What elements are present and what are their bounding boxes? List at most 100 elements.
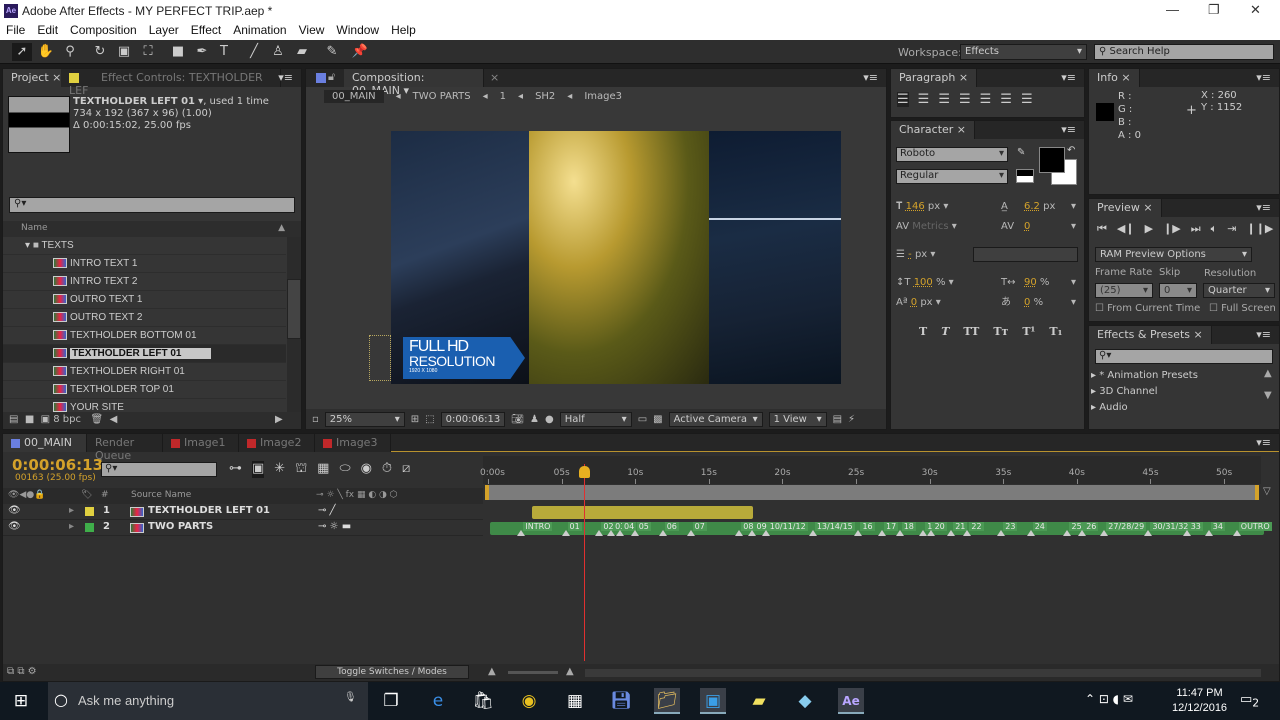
subscript-button[interactable]: T₁: [1049, 325, 1062, 338]
menu-window[interactable]: Window: [330, 22, 385, 40]
clock[interactable]: 11:47 PM 12/12/2016: [1172, 686, 1227, 716]
snapshot-icon[interactable]: 📷︎: [511, 414, 524, 425]
playhead-line[interactable]: [583, 464, 585, 661]
justify-all-icon[interactable]: ☰: [1021, 92, 1033, 107]
panel-menu-icon[interactable]: ▾≡: [863, 71, 878, 84]
tracking-value[interactable]: 0: [1024, 217, 1030, 237]
play-icon[interactable]: ▶: [1145, 222, 1153, 236]
fast-preview-icon[interactable]: ▭: [638, 414, 647, 425]
calculator-icon[interactable]: ▦: [562, 688, 588, 714]
zoom-in-icon[interactable]: ▲: [566, 666, 574, 677]
layer-name[interactable]: TWO PARTS: [148, 521, 213, 532]
tsume-value[interactable]: 0: [1024, 297, 1030, 308]
camera-dropdown[interactable]: Active Camera ▾: [668, 411, 763, 427]
tab-character[interactable]: Character ×: [891, 121, 976, 139]
always-preview-icon[interactable]: ▫: [312, 414, 319, 425]
tab-timeline-1[interactable]: Render Queue: [87, 434, 163, 462]
eye-visibility-icon[interactable]: 👁︎: [8, 521, 21, 532]
magnification-dropdown[interactable]: 25% ▾: [324, 411, 405, 427]
black-white-swatch[interactable]: [1016, 169, 1034, 183]
folder-texts[interactable]: ▾ ■ TEXTS: [3, 237, 286, 255]
frame-blending-icon[interactable]: ⛫: [295, 461, 307, 478]
project-item[interactable]: OUTRO TEXT 2: [3, 309, 286, 327]
column-source-name[interactable]: Source Name: [131, 490, 191, 500]
twirl-triangle-icon[interactable]: ▸: [69, 521, 74, 532]
project-item[interactable]: TEXTHOLDER RIGHT 01: [3, 363, 286, 381]
clone-stamp-tool-icon[interactable]: ♙: [268, 43, 288, 61]
menu-effect[interactable]: Effect: [185, 22, 227, 40]
font-style-dropdown[interactable]: Regular ▾: [896, 169, 1008, 184]
breadcrumb-item[interactable]: Image3: [584, 91, 622, 102]
auto-keyframe-icon[interactable]: ⏱: [382, 461, 392, 478]
tab-paragraph[interactable]: Paragraph ×: [891, 69, 978, 87]
pan-behind-tool-icon[interactable]: ⛶: [138, 43, 158, 61]
project-scrollbar[interactable]: [287, 237, 301, 412]
save-app-icon[interactable]: 💾︎: [608, 688, 634, 714]
brainstorm-icon[interactable]: ◉: [361, 461, 372, 478]
close-tab-icon[interactable]: ×: [490, 71, 499, 84]
effects-item[interactable]: ▸ * Animation Presets: [1091, 368, 1261, 384]
effects-item[interactable]: ▸ 3D Channel: [1091, 384, 1261, 400]
panel-menu-icon[interactable]: ▾≡: [1061, 123, 1076, 136]
pixel-aspect-icon[interactable]: ▤: [833, 414, 842, 425]
project-item[interactable]: TEXTHOLDER TOP 01: [3, 381, 286, 399]
faux-bold-button[interactable]: T: [919, 325, 927, 338]
timeline-layer-row[interactable]: 👁︎ ▸ 2 TWO PARTS ⊸ ☼ ▬: [3, 520, 483, 536]
breadcrumb-item[interactable]: SH2: [535, 91, 555, 102]
after-effects-taskbar-icon[interactable]: Ae: [838, 688, 864, 714]
timeline-layer-row[interactable]: 👁︎ ▸ 1 TEXTHOLDER LEFT 01 ⊸ ╱: [3, 504, 483, 520]
leading-value[interactable]: 6.2: [1024, 201, 1040, 212]
superscript-button[interactable]: T¹: [1022, 325, 1035, 338]
motion-blur-icon[interactable]: ▦: [317, 461, 329, 478]
sticky-notes-icon[interactable]: ▰: [746, 688, 772, 714]
tab-timeline-3[interactable]: Image2: [239, 434, 315, 452]
stroke-width-value[interactable]: -: [908, 249, 912, 260]
first-frame-icon[interactable]: ⏮: [1097, 222, 1107, 236]
chrome-icon[interactable]: ◉: [516, 688, 542, 714]
selection-tool-icon[interactable]: ➚: [12, 43, 32, 61]
tab-effects-presets[interactable]: Effects & Presets ×: [1089, 326, 1212, 344]
column-header-name[interactable]: Name ▲: [3, 221, 301, 237]
tab-effect-controls[interactable]: Effect Controls: TEXTHOLDER LEF: [61, 69, 281, 97]
resolution-dropdown[interactable]: Half ▾: [559, 411, 632, 427]
action-center-icon[interactable]: ▭2: [1240, 692, 1259, 710]
justify-last-left-icon[interactable]: ☰: [959, 92, 971, 107]
trash-icon[interactable]: 🗑: [91, 414, 104, 425]
menu-animation[interactable]: Animation: [227, 22, 292, 40]
menu-edit[interactable]: Edit: [31, 22, 64, 40]
eraser-tool-icon[interactable]: ▰: [292, 43, 312, 61]
panel-menu-icon[interactable]: ▾≡: [1256, 71, 1271, 84]
skip-dropdown[interactable]: 0 ▾: [1159, 283, 1197, 298]
project-item[interactable]: TEXTHOLDER LEFT 01: [3, 345, 286, 363]
align-center-icon[interactable]: ☰: [918, 92, 930, 107]
previous-frame-icon[interactable]: ◀❙: [1117, 222, 1135, 236]
full-screen-checkbox[interactable]: ☐ Full Screen: [1209, 303, 1276, 314]
swap-colors-icon[interactable]: ↶: [1067, 145, 1075, 156]
layer-name[interactable]: TEXTHOLDER LEFT 01: [148, 505, 270, 516]
region-of-interest-icon[interactable]: ⬚: [425, 414, 434, 425]
layer-label-color[interactable]: [85, 523, 94, 532]
layer-duration-bar[interactable]: [532, 506, 753, 519]
zoom-out-icon[interactable]: ▲: [488, 666, 496, 677]
show-snapshot-icon[interactable]: ♟: [530, 414, 539, 425]
vertical-scale-value[interactable]: 100: [914, 277, 933, 288]
align-right-icon[interactable]: ☰: [938, 92, 950, 107]
composition-viewer[interactable]: FULL HD RESOLUTION 1920 X 1080: [391, 131, 841, 384]
kerning-value[interactable]: Metrics: [912, 221, 948, 232]
menu-help[interactable]: Help: [385, 22, 422, 40]
timeline-current-time[interactable]: 0:00:06:13: [12, 456, 103, 474]
timeline-search-input[interactable]: ⚲▾: [101, 462, 217, 477]
preview-resolution-dropdown[interactable]: Quarter ▾: [1203, 283, 1275, 298]
layer-switches-icon[interactable]: ⊸ ╱: [318, 505, 336, 516]
toggle-switches-modes-button[interactable]: Toggle Switches / Modes: [315, 665, 469, 679]
frame-rate-dropdown[interactable]: (25) ▾: [1095, 283, 1153, 298]
menu-view[interactable]: View: [293, 22, 331, 40]
tab-timeline-0[interactable]: 00_MAIN: [3, 434, 87, 452]
rotate-tool-icon[interactable]: ↻: [90, 43, 110, 61]
windows-start-icon[interactable]: ⊞: [8, 688, 34, 714]
current-time-indicator[interactable]: [578, 466, 590, 478]
graph-editor-icon[interactable]: ⬭: [339, 461, 350, 478]
scroll-left-icon[interactable]: ◀: [110, 414, 118, 425]
align-left-icon[interactable]: ☰: [897, 92, 909, 107]
edge-icon[interactable]: e: [425, 688, 451, 714]
